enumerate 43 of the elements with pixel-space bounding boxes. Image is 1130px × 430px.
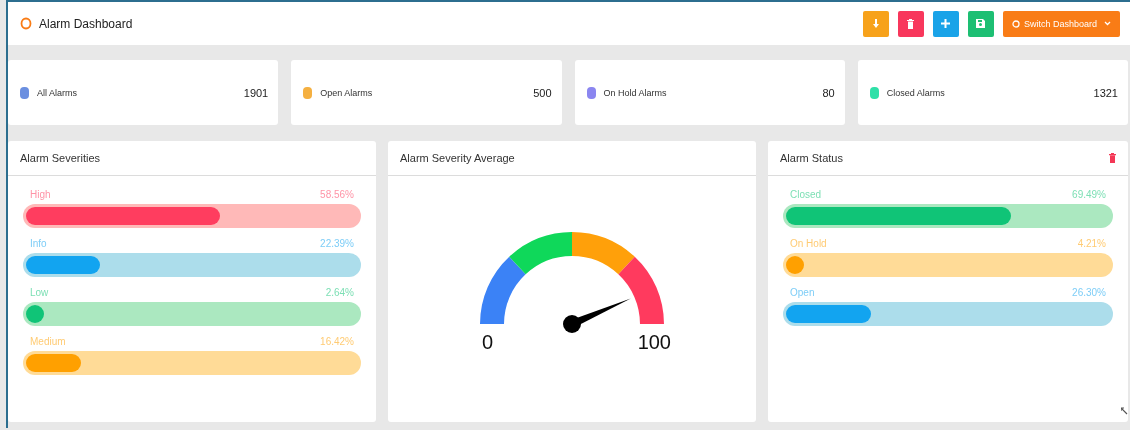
ring-icon: [20, 17, 32, 30]
resize-icon[interactable]: [1121, 407, 1128, 416]
percent-value: 2.64%: [325, 287, 354, 298]
gauge-max-label: 100: [637, 332, 671, 352]
chevron-down-icon: [1104, 21, 1111, 26]
stat-label: On Hold Alarms: [603, 87, 668, 98]
trash-icon: [907, 18, 915, 29]
stat-label: All Alarms: [37, 87, 78, 98]
stat-label: Closed Alarms: [886, 87, 946, 98]
panel-title: Alarm Severity Average: [400, 152, 515, 164]
percent-value: 26.30%: [1072, 287, 1106, 298]
bar-label: Info: [30, 238, 47, 249]
stat-value: 500: [533, 86, 552, 99]
bar-label: High: [30, 189, 51, 200]
add-button[interactable]: [932, 10, 959, 37]
bar-label: Medium: [30, 336, 66, 347]
panel-title: Alarm Status: [780, 152, 843, 164]
gauge-min-label: 0: [482, 332, 494, 352]
bar-label: On Hold: [790, 238, 827, 249]
gauge-needle: [563, 298, 631, 333]
percent-value: 69.49%: [1072, 189, 1106, 200]
stat-value: 1321: [1093, 86, 1118, 99]
stat-value: 1901: [243, 86, 269, 99]
save-icon: [976, 19, 986, 28]
percent-value: 58.56%: [320, 189, 354, 200]
download-button[interactable]: [862, 10, 889, 37]
percent-value: 16.42%: [320, 336, 354, 347]
bar-label: Open: [790, 287, 815, 298]
percent-value: 4.21%: [1077, 238, 1106, 249]
save-button[interactable]: [967, 10, 994, 37]
bar-label: Closed: [790, 189, 822, 200]
panel-title: Alarm Severities: [20, 152, 101, 164]
stat-label: Open Alarms: [320, 87, 374, 98]
stat-value: 80: [822, 86, 835, 99]
switch-dashboard-button[interactable]: Switch Dashboard: [1002, 10, 1120, 37]
dashboard-title: Alarm Dashboard: [39, 16, 134, 31]
delete-button[interactable]: [897, 10, 924, 37]
download-icon: [871, 18, 880, 29]
trash-icon[interactable]: [1109, 153, 1116, 163]
ring-icon: [1011, 19, 1020, 28]
percent-value: 22.39%: [320, 238, 354, 249]
plus-icon: [941, 19, 951, 28]
bar-label: Low: [30, 287, 49, 298]
